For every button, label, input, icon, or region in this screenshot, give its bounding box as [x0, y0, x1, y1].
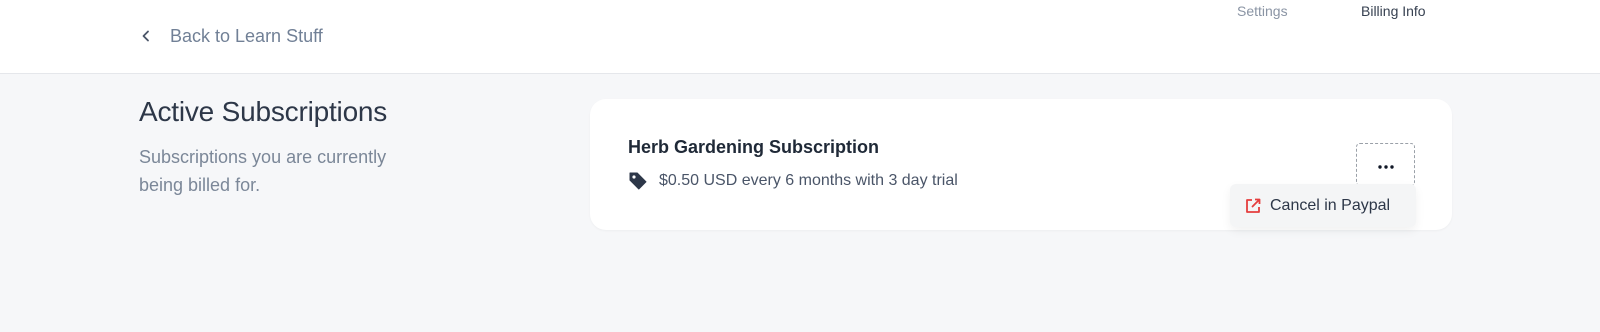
page-title: Active Subscriptions [139, 96, 388, 127]
more-actions-button[interactable] [1356, 143, 1415, 186]
page-subtitle: Subscriptions you are currently being bi… [139, 147, 387, 195]
top-navigation-bar: Back to Learn Stuff Settings Billing Inf… [0, 0, 1600, 74]
price-tag-icon [628, 171, 648, 191]
actions-dropdown-menu: Cancel in Paypal [1230, 184, 1416, 227]
subscription-name: Herb Gardening Subscription [628, 137, 880, 157]
subscription-price-text: $0.50 USD every 6 months with 3 day tria… [659, 172, 958, 189]
external-link-icon [1244, 197, 1262, 215]
chevron-left-icon [140, 30, 152, 42]
subscription-price: $0.50 USD every 6 months with 3 day tria… [628, 171, 958, 191]
subscription-card: Herb Gardening Subscription $0.50 USD ev… [590, 99, 1452, 230]
ellipsis-icon [1377, 156, 1394, 174]
back-link[interactable]: Back to Learn Stuff [140, 22, 323, 50]
back-link-label: Back to Learn Stuff [170, 25, 323, 46]
nav-settings[interactable]: Settings [1237, 3, 1288, 19]
menu-item-label: Cancel in Paypal [1270, 196, 1391, 214]
nav-billing-info[interactable]: Billing Info [1361, 3, 1426, 19]
menu-item-cancel-in-paypal[interactable]: Cancel in Paypal [1230, 184, 1416, 227]
